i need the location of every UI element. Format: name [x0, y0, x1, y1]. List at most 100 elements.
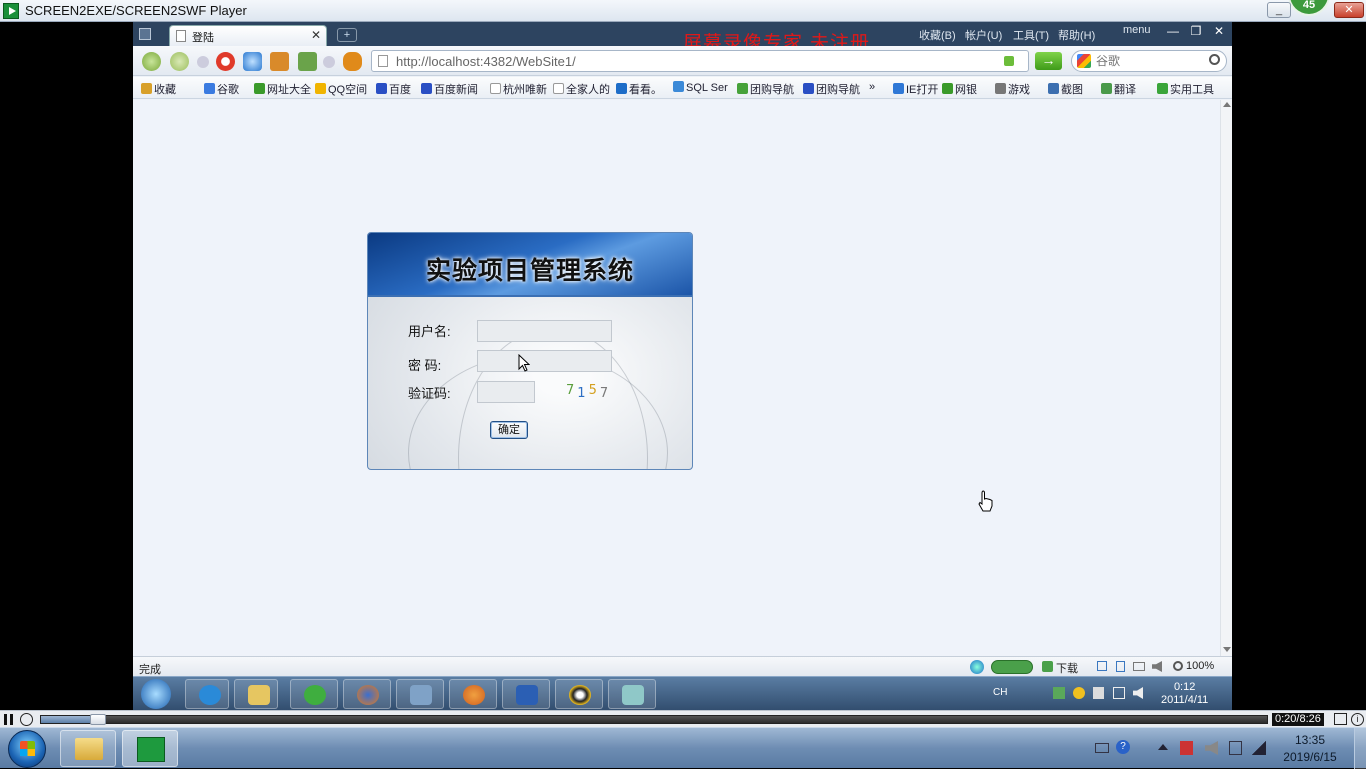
- tray-shield-icon[interactable]: [1053, 687, 1065, 699]
- stop-icon[interactable]: [216, 52, 235, 71]
- volume-icon[interactable]: [1152, 661, 1162, 672]
- tab-close-icon[interactable]: ✕: [311, 28, 321, 42]
- volume-muted-icon[interactable]: [1205, 741, 1218, 755]
- favorite-item[interactable]: 截图: [1048, 81, 1083, 97]
- taskbar-explorer-pinned[interactable]: [60, 730, 116, 767]
- favorite-item[interactable]: 团购导航: [737, 81, 794, 97]
- tray-device-icon[interactable]: [1093, 687, 1104, 699]
- search-icon[interactable]: [1209, 54, 1220, 65]
- network-warning-icon[interactable]: [1229, 741, 1242, 755]
- paw-icon[interactable]: [343, 52, 362, 71]
- favorite-item[interactable]: 网址大全: [254, 81, 311, 97]
- download-button[interactable]: 下载: [1056, 660, 1078, 676]
- zoom-level[interactable]: 100%: [1186, 660, 1214, 672]
- favorite-item[interactable]: 实用工具: [1157, 81, 1214, 97]
- taskbar-explorer-button[interactable]: [234, 679, 278, 709]
- start-orb-icon[interactable]: [141, 679, 171, 709]
- go-button[interactable]: →: [1035, 52, 1062, 70]
- confirm-button[interactable]: 确定: [490, 421, 528, 439]
- browser-restore-button[interactable]: ❐: [1187, 24, 1205, 40]
- favorite-item[interactable]: QQ空间: [315, 81, 367, 97]
- favorite-item[interactable]: IE打开: [893, 81, 938, 97]
- toggle-switch-icon[interactable]: [991, 660, 1033, 674]
- tab-login[interactable]: 登陆 ✕: [169, 25, 327, 46]
- pause-icon[interactable]: [3, 714, 15, 725]
- security-icon[interactable]: [1004, 56, 1014, 66]
- menu-favorites[interactable]: 收藏(B): [919, 27, 956, 43]
- seek-track[interactable]: [40, 714, 1268, 725]
- favorite-item[interactable]: 团购导航: [803, 81, 860, 97]
- favorite-item[interactable]: 杭州唯新: [490, 81, 547, 97]
- captcha-input[interactable]: [477, 381, 535, 403]
- taskbar-remote-button[interactable]: [396, 679, 444, 709]
- system-clock[interactable]: 13:35 2019/6/15: [1278, 732, 1342, 766]
- taskbar-browser-button[interactable]: [290, 679, 338, 709]
- player-minimize-button[interactable]: _: [1267, 2, 1291, 18]
- tray-qq-icon[interactable]: [1073, 687, 1085, 699]
- show-desktop-button[interactable]: [1354, 728, 1366, 769]
- menu-button[interactable]: menu: [1123, 24, 1151, 36]
- help-icon[interactable]: ?: [1116, 740, 1130, 754]
- inner-clock[interactable]: 0:12 2011/4/11: [1161, 681, 1208, 707]
- favorite-item[interactable]: 收藏: [141, 81, 176, 97]
- refresh-icon[interactable]: [243, 52, 262, 71]
- menu-tools[interactable]: 工具(T): [1013, 27, 1049, 43]
- seek-thumb[interactable]: [90, 714, 106, 725]
- start-button-icon[interactable]: [8, 730, 46, 768]
- home-icon[interactable]: [270, 52, 289, 71]
- favorite-item[interactable]: 百度新闻: [421, 81, 478, 97]
- scroll-down-icon[interactable]: [1223, 647, 1231, 652]
- player-close-button[interactable]: ✕: [1334, 2, 1364, 18]
- page-view-icon[interactable]: [1116, 661, 1125, 672]
- taskbar-word-button[interactable]: [502, 679, 550, 709]
- captcha-image[interactable]: 7157: [566, 383, 611, 401]
- favorite-item[interactable]: 看看。: [616, 81, 662, 97]
- taskbar-tool-button[interactable]: [608, 679, 656, 709]
- taskbar-app-button[interactable]: [449, 679, 497, 709]
- menu-help[interactable]: 帮助(H): [1058, 27, 1095, 43]
- search-input[interactable]: [1096, 53, 1196, 69]
- info-icon[interactable]: i: [1351, 713, 1364, 726]
- keyboard-icon[interactable]: [1095, 743, 1109, 753]
- favorite-item[interactable]: 翻译: [1101, 81, 1136, 97]
- vertical-scrollbar[interactable]: [1220, 100, 1232, 656]
- scroll-up-icon[interactable]: [1223, 102, 1231, 107]
- browser-close-button[interactable]: ✕: [1210, 24, 1228, 40]
- favorite-item[interactable]: SQL Ser: [673, 81, 728, 94]
- address-bar[interactable]: http://localhost:4382/WebSite1/: [371, 50, 1029, 72]
- favorite-item[interactable]: 全家人的: [553, 81, 610, 97]
- fullscreen-icon[interactable]: [1334, 713, 1347, 725]
- dropdown-icon[interactable]: [197, 56, 209, 68]
- history-dropdown-icon[interactable]: [323, 56, 335, 68]
- menu-account[interactable]: 帐户(U): [965, 27, 1002, 43]
- tray-volume-icon[interactable]: [1133, 687, 1143, 699]
- back-button-icon[interactable]: [142, 52, 161, 71]
- network-icon[interactable]: [970, 660, 984, 674]
- password-input[interactable]: [477, 350, 612, 372]
- tray-arrows-icon[interactable]: [1140, 738, 1150, 756]
- taskbar-player-pinned[interactable]: [122, 730, 178, 767]
- favorite-item[interactable]: 网银: [942, 81, 977, 97]
- taskbar-qq-button[interactable]: [555, 679, 603, 709]
- signal-icon[interactable]: [1252, 741, 1266, 755]
- sidebar-toggle-icon[interactable]: [139, 28, 151, 40]
- show-hidden-icons[interactable]: [1158, 744, 1168, 750]
- new-tab-button[interactable]: +: [337, 28, 357, 42]
- search-box[interactable]: [1071, 50, 1227, 72]
- favorite-item[interactable]: »: [869, 81, 875, 93]
- username-input[interactable]: [477, 320, 612, 342]
- restore-page-icon[interactable]: [298, 52, 317, 71]
- tray-network-icon[interactable]: [1113, 687, 1125, 699]
- taskbar-ie-button[interactable]: [185, 679, 229, 709]
- favorite-item[interactable]: 百度: [376, 81, 411, 97]
- tray-app-icon[interactable]: [1180, 741, 1193, 755]
- taskbar-firefox-button[interactable]: [343, 679, 391, 709]
- favorite-item[interactable]: 谷歌: [204, 81, 239, 97]
- favorite-item[interactable]: 游戏: [995, 81, 1030, 97]
- window-icon[interactable]: [1097, 661, 1107, 671]
- screen-icon[interactable]: [1133, 662, 1145, 671]
- language-indicator[interactable]: CH: [993, 687, 1007, 698]
- settings-icon[interactable]: [20, 713, 33, 726]
- forward-button-icon[interactable]: [170, 52, 189, 71]
- address-url[interactable]: http://localhost:4382/WebSite1/: [396, 54, 576, 69]
